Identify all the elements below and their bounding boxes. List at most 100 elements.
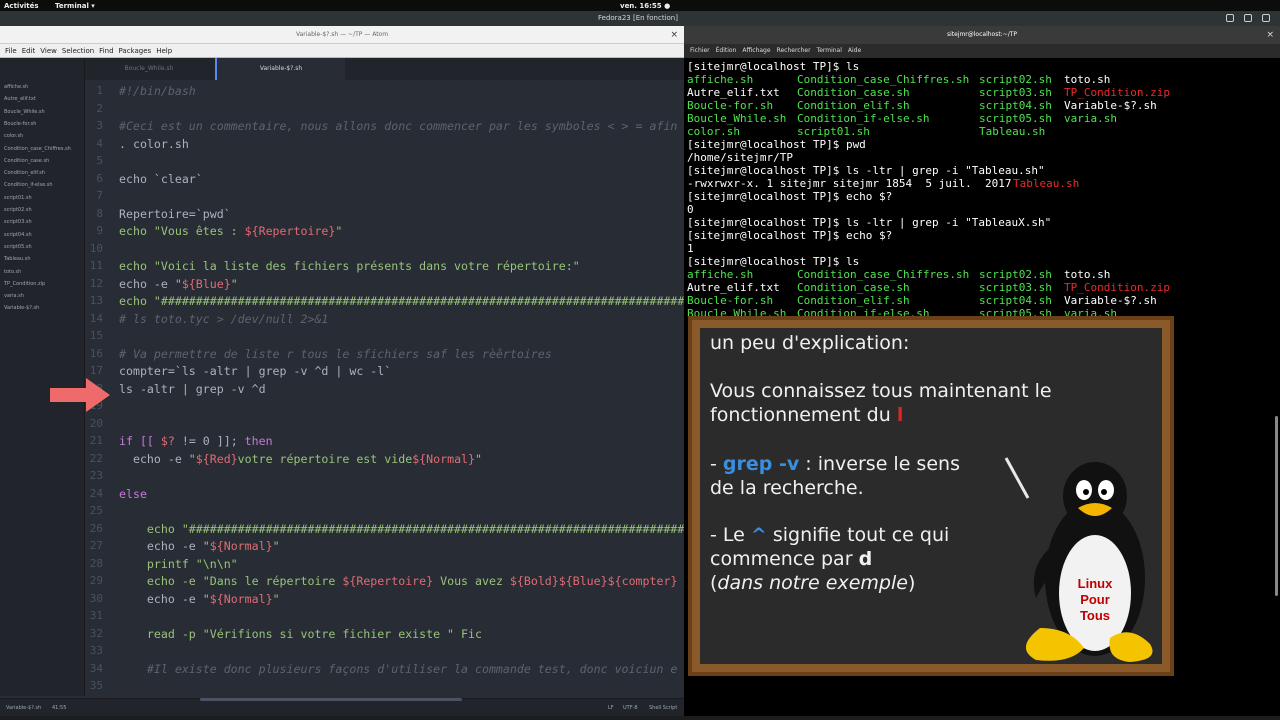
file-tree-item[interactable]: Tableau.sh — [4, 256, 31, 262]
file-tree-item[interactable]: Boucle_While.sh — [4, 109, 45, 115]
file-tree-item[interactable]: script03.sh — [4, 219, 32, 225]
menu-item-help[interactable]: Help — [156, 44, 172, 58]
code-line[interactable]: #Ceci est un commentaire, nous allons do… — [119, 119, 677, 133]
file-tree-item[interactable]: color.sh — [4, 133, 23, 139]
tab-variable[interactable]: Variable-$?.sh — [215, 58, 345, 80]
terminal-menu-item[interactable]: Terminal — [817, 44, 842, 58]
cursor-position[interactable]: 41:55 — [52, 705, 66, 711]
file-tree-item[interactable]: Condition_case.sh — [4, 158, 49, 164]
code-line[interactable]: echo -e "${Blue}" — [119, 277, 238, 291]
line-number: 27 — [89, 539, 103, 552]
menu-item-edit[interactable]: Edit — [22, 44, 36, 58]
menu-item-selection[interactable]: Selection — [62, 44, 94, 58]
code-line[interactable]: echo "##################################… — [119, 294, 684, 308]
code-token: echo -e " — [119, 451, 196, 466]
logo-text: Pour — [1080, 592, 1110, 607]
activities-button[interactable]: Activités — [4, 2, 39, 10]
close-icon[interactable]: × — [1266, 26, 1274, 44]
line-number: 25 — [89, 504, 103, 517]
terminal-text: [sitejmr@localhost TP]$ pwd — [687, 138, 866, 151]
code-line[interactable]: Repertoire=`pwd` — [119, 207, 231, 221]
code-line[interactable]: else — [119, 487, 147, 501]
terminal-text: script02.sh — [979, 73, 1052, 86]
line-number: 29 — [89, 574, 103, 587]
code-line[interactable]: echo "##################################… — [119, 522, 684, 536]
menu-item-file[interactable]: File — [5, 44, 17, 58]
board-line-5: de la recherche. — [710, 477, 864, 499]
code-line[interactable]: # Va permettre de liste r tous le sfichi… — [119, 347, 552, 361]
logo-text: Linux — [1078, 576, 1113, 591]
status-file[interactable]: Variable-$?.sh — [6, 705, 41, 711]
code-line[interactable]: echo "Vous êtes : ${Repertoire}" — [119, 224, 342, 238]
code-line[interactable]: echo `clear` — [119, 172, 203, 186]
file-tree-item[interactable]: script02.sh — [4, 207, 32, 213]
clock[interactable]: ven. 16:55 ● — [620, 2, 670, 10]
vm-settings-icon[interactable] — [1244, 14, 1252, 22]
file-tree-item[interactable]: TP_Condition.zip — [4, 281, 45, 287]
tab-boucle-while[interactable]: Boucle_While.sh — [85, 58, 213, 80]
file-tree-item[interactable]: affiche.sh — [4, 84, 28, 90]
power-icon[interactable] — [1262, 14, 1270, 22]
code-line[interactable]: compter=`ls -altr | grep -v ^d | wc -l` — [119, 364, 391, 378]
encoding[interactable]: UTF-8 — [623, 705, 638, 711]
code-editor[interactable]: 1 #!/bin/bash 2 3 #Ceci est un commentaire, … — [85, 80, 684, 696]
file-tree-item[interactable]: Condition_if-else.sh — [4, 182, 53, 188]
terminal-menu-item[interactable]: Rechercher — [777, 44, 811, 58]
code-line[interactable]: # ls toto.tyc > /dev/null 2>&1 — [119, 312, 328, 326]
file-tree-item[interactable]: Variable-$?.sh — [4, 305, 39, 311]
file-tree-item[interactable]: script05.sh — [4, 244, 32, 250]
grammar[interactable]: Shell Script — [649, 705, 677, 711]
terminal-text: varia.sh — [1064, 112, 1117, 125]
board-line-8: (dans notre exemple) — [710, 572, 915, 594]
line-number: 32 — [89, 626, 103, 640]
menu-item-view[interactable]: View — [40, 44, 57, 58]
file-tree-item[interactable]: Condition_case_Chiffres.sh — [4, 146, 71, 152]
file-tree-item[interactable]: varia.sh — [4, 293, 24, 299]
close-icon[interactable]: × — [670, 26, 678, 44]
code-token: ${Blue} — [181, 276, 231, 291]
vertical-scrollbar[interactable] — [1275, 416, 1278, 596]
code-line[interactable]: echo -e "${Red}votre répertoire est vide… — [119, 452, 482, 466]
file-tree-item[interactable]: Boucle-for.sh — [4, 121, 36, 127]
terminal-menu-item[interactable]: Affichage — [742, 44, 770, 58]
terminal-title: sitejmr@localhost:~/TP — [946, 31, 1018, 38]
terminal-menu-item[interactable]: Aide — [848, 44, 861, 58]
file-tree-item[interactable]: Condition_elif.sh — [4, 170, 45, 176]
code-line[interactable]: echo -e "${Normal}" — [119, 539, 280, 553]
line-number: 4 — [96, 136, 103, 150]
code-line[interactable]: #!/bin/bash — [119, 84, 196, 98]
menu-item-packages[interactable]: Packages — [119, 44, 152, 58]
file-tree-item[interactable]: script01.sh — [4, 195, 32, 201]
line-number: 28 — [89, 556, 103, 570]
terminal-text: Condition_case_Chiffres.sh — [797, 73, 970, 86]
line-number: 30 — [89, 591, 103, 605]
terminal-text: toto.sh — [1064, 268, 1111, 281]
file-tree-item[interactable]: script04.sh — [4, 232, 32, 238]
terminal-text: Condition_if-else.sh — [797, 112, 930, 125]
code-token: " — [230, 276, 238, 291]
code-line[interactable]: ls -altr | grep -v ^d — [119, 382, 266, 396]
menu-item-find[interactable]: Find — [99, 44, 113, 58]
app-menu-button[interactable]: Terminal ▾ — [55, 2, 95, 10]
line-number: 13 — [89, 294, 103, 307]
code-line[interactable]: echo "Voici la liste des fichiers présen… — [119, 259, 580, 273]
board-highlight: ^ — [750, 524, 767, 546]
terminal-text: Condition_case.sh — [797, 86, 910, 99]
code-line[interactable]: printf "\n\n" — [119, 557, 238, 571]
code-line[interactable]: if [[ $? != 0 ]]; then — [119, 434, 273, 448]
horizontal-scrollbar[interactable] — [200, 698, 462, 701]
code-line[interactable]: . color.sh — [119, 137, 189, 151]
terminal-menu-item[interactable]: Fichier — [690, 44, 710, 58]
code-line[interactable]: echo -e "Dans le répertoire ${Repertoire… — [119, 574, 678, 588]
terminal-menu-item[interactable]: Édition — [716, 44, 737, 58]
code-line[interactable]: read -p "Vérifions si votre fichier exis… — [119, 627, 482, 641]
terminal-text: script05.sh — [979, 112, 1052, 125]
file-tree-item[interactable]: toto.sh — [4, 269, 21, 275]
code-line[interactable]: echo -e "${Normal}" — [119, 592, 280, 606]
code-token: Vous avez — [433, 574, 510, 588]
terminal-menu-bar: Fichier Édition Affichage Rechercher Termina… — [684, 44, 1280, 58]
restore-icon[interactable] — [1226, 14, 1234, 22]
line-ending[interactable]: LF — [608, 705, 614, 711]
file-tree-item[interactable]: Autre_elif.txt — [4, 96, 36, 102]
code-line[interactable]: #Il existe donc plusieurs façons d'utili… — [119, 662, 678, 676]
